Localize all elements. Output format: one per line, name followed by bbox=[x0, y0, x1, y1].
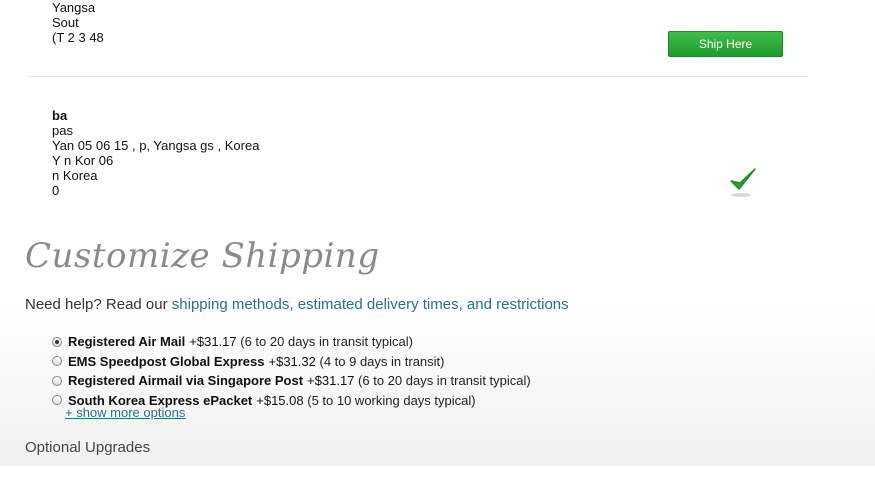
address-name: ba bbox=[52, 108, 68, 123]
help-text: Need help? Read our shipping methods, es… bbox=[25, 296, 569, 313]
option-name: Registered Airmail via Singapore Post bbox=[68, 373, 304, 389]
footer-band bbox=[0, 466, 875, 492]
radio-button[interactable] bbox=[52, 356, 62, 367]
shipping-option-ems-speedpost[interactable]: EMS Speedpost Global Express +$31.32 (4 … bbox=[52, 352, 531, 372]
address-line: Yan 05 06 15 , p, Yangsa gs , Korea bbox=[52, 138, 260, 153]
address-line: 0 bbox=[52, 183, 60, 198]
radio-button[interactable] bbox=[52, 395, 62, 406]
option-detail: (6 to 20 days in transit typical) bbox=[358, 373, 531, 389]
shipping-option-singapore-post[interactable]: Registered Airmail via Singapore Post +$… bbox=[52, 371, 531, 391]
option-detail: (4 to 9 days in transit) bbox=[319, 353, 445, 369]
page-title: Customize Shipping bbox=[25, 236, 380, 276]
option-name: EMS Speedpost Global Express bbox=[68, 353, 265, 369]
option-name: Registered Air Mail bbox=[68, 334, 186, 350]
shipping-methods-link[interactable]: shipping methods, estimated delivery tim… bbox=[172, 296, 569, 313]
address-line: (T 2 3 48 bbox=[52, 30, 104, 45]
option-price: +$15.08 bbox=[256, 392, 304, 408]
address-line: pas bbox=[52, 123, 73, 138]
option-detail: (6 to 20 days in transit typical) bbox=[240, 334, 413, 350]
option-price: +$31.17 bbox=[307, 373, 355, 389]
radio-button[interactable] bbox=[52, 375, 62, 386]
option-detail: (5 to 10 working days typical) bbox=[307, 392, 476, 408]
option-price: +$31.17 bbox=[189, 334, 237, 350]
address-block-top: Yangsa Sout (T 2 3 48 bbox=[52, 0, 104, 45]
address-line: Yangsa bbox=[52, 0, 96, 15]
address-line: n Korea bbox=[52, 168, 98, 183]
address-line: Sout bbox=[52, 15, 79, 30]
radio-button[interactable] bbox=[52, 336, 62, 347]
show-more-options-link[interactable]: + show more options bbox=[65, 405, 185, 420]
address-line: Y n Kor 06 bbox=[52, 153, 114, 168]
address-divider bbox=[28, 76, 808, 77]
ship-here-button[interactable]: Ship Here bbox=[668, 31, 783, 57]
checkmark-icon bbox=[730, 168, 756, 197]
option-price: +$31.32 bbox=[268, 353, 316, 369]
shipping-option-registered-air-mail[interactable]: Registered Air Mail +$31.17 (6 to 20 day… bbox=[52, 332, 531, 352]
address-block-selected: ba pas Yan 05 06 15 , p, Yangsa gs , Kor… bbox=[52, 108, 259, 198]
optional-upgrades-heading: Optional Upgrades bbox=[25, 439, 151, 456]
help-prefix: Need help? Read our bbox=[25, 296, 172, 313]
shipping-options-list: Registered Air Mail +$31.17 (6 to 20 day… bbox=[52, 332, 531, 410]
